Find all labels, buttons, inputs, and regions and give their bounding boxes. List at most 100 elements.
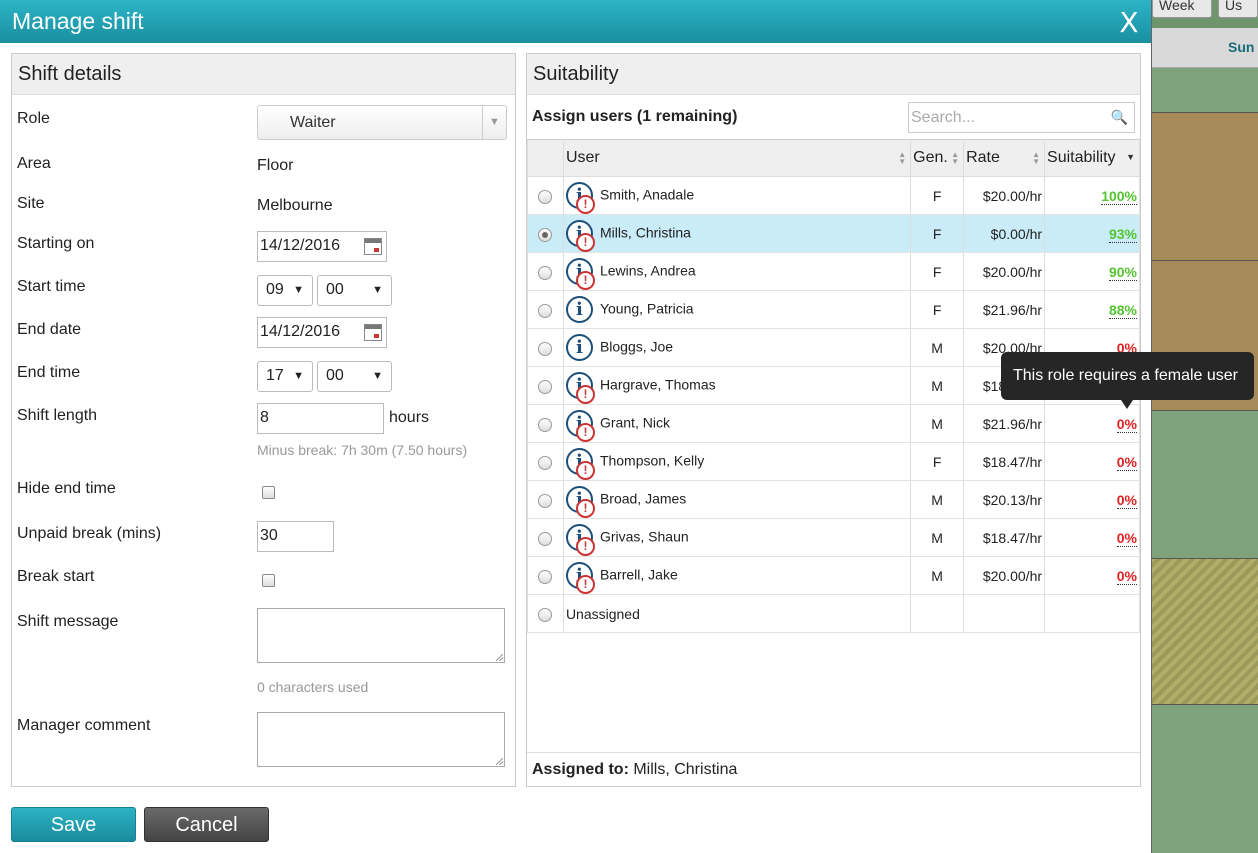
user-status-icon[interactable]: i!: [565, 409, 595, 442]
user-status-icon[interactable]: i!: [565, 523, 595, 556]
suitability-column-header[interactable]: Suitability ▼: [1044, 139, 1140, 177]
user-view-button[interactable]: Us: [1218, 0, 1258, 18]
rate-cell: [963, 594, 1046, 633]
search-input[interactable]: Search... 🔍: [908, 102, 1135, 133]
user-status-icon[interactable]: i!: [565, 181, 595, 214]
manager-comment-textarea[interactable]: [257, 712, 505, 767]
table-row[interactable]: i! Grivas, Shaun M $18.47/hr 0%: [527, 518, 1140, 557]
end-minute-select[interactable]: 00 ▼: [317, 361, 392, 392]
user-status-icon[interactable]: i!: [565, 219, 595, 252]
user-radio[interactable]: [538, 303, 553, 318]
suitability-value[interactable]: 0%: [1116, 491, 1137, 509]
role-select[interactable]: Waiter ▼: [257, 105, 507, 140]
shift-details-header: Shift details: [12, 54, 515, 95]
suitability-value[interactable]: 0%: [1116, 529, 1137, 547]
suitability-value[interactable]: 90%: [1108, 263, 1137, 281]
calendar-cell[interactable]: [1150, 704, 1258, 853]
gender-cell: M: [910, 480, 965, 519]
user-column-header[interactable]: User ▲ ▼: [562, 139, 912, 177]
table-row[interactable]: i! Mills, Christina F $0.00/hr 93%: [527, 214, 1140, 253]
user-status-icon[interactable]: i!: [565, 561, 595, 594]
end-hour-select[interactable]: 17 ▼: [257, 361, 313, 392]
table-row-unassigned[interactable]: Unassigned: [527, 594, 1140, 633]
table-row[interactable]: i! Grant, Nick M $21.96/hr 0%: [527, 404, 1140, 443]
user-radio[interactable]: [538, 493, 553, 508]
user-status-icon[interactable]: i: [565, 295, 594, 324]
shift-length-input[interactable]: 8: [257, 403, 384, 434]
start-hour-value: 09: [266, 281, 284, 298]
warning-icon: !: [575, 384, 595, 404]
user-radio[interactable]: [538, 189, 553, 204]
calendar-icon[interactable]: [364, 238, 382, 255]
break-start-checkbox[interactable]: [262, 574, 275, 587]
end-date-input[interactable]: 14/12/2016: [257, 317, 387, 348]
unpaid-break-input[interactable]: 30: [257, 521, 334, 552]
user-status-icon[interactable]: i!: [565, 257, 595, 290]
gender-cell: M: [910, 556, 965, 595]
shift-message-textarea[interactable]: [257, 608, 505, 663]
assigned-to-value: Mills, Christina: [633, 761, 738, 778]
user-name: Thompson, Kelly: [599, 452, 705, 469]
suitability-value[interactable]: 0%: [1116, 453, 1137, 471]
sort-desc-icon: ▼: [1126, 152, 1135, 162]
row-select-cell: [527, 176, 564, 215]
starting-on-input[interactable]: 14/12/2016: [257, 231, 387, 262]
start-hour-select[interactable]: 09 ▼: [257, 275, 313, 306]
calendar-icon[interactable]: [364, 324, 382, 341]
chevron-down-icon: ▼: [482, 106, 506, 139]
table-row[interactable]: i! Barrell, Jake M $20.00/hr 0%: [527, 556, 1140, 595]
unpaid-break-label: Unpaid break (mins): [17, 525, 162, 542]
hide-end-time-checkbox[interactable]: [262, 486, 275, 499]
user-status-icon[interactable]: i!: [565, 371, 595, 404]
minus-break-text: Minus break: 7h 30m (7.50 hours): [257, 442, 468, 458]
table-row[interactable]: i Young, Patricia F $21.96/hr 88%: [527, 290, 1140, 329]
user-cell: i! Barrell, Jake: [562, 556, 912, 595]
cancel-button[interactable]: Cancel: [144, 807, 269, 842]
calendar-cell[interactable]: [1150, 68, 1258, 112]
user-radio[interactable]: [538, 569, 553, 584]
assigned-to-bar: Assigned to: Mills, Christina: [527, 752, 1140, 786]
calendar-cell[interactable]: [1150, 410, 1258, 558]
user-name: Hargrave, Thomas: [599, 376, 716, 393]
gender-column-header[interactable]: Gen. ▲ ▼: [910, 139, 965, 177]
user-radio[interactable]: [538, 417, 553, 432]
user-name: Young, Patricia: [599, 300, 694, 317]
user-status-icon[interactable]: i!: [565, 485, 595, 518]
search-icon[interactable]: 🔍: [1111, 109, 1128, 126]
user-radio[interactable]: [538, 341, 553, 356]
suitability-value[interactable]: 93%: [1108, 225, 1137, 243]
table-row[interactable]: i! Broad, James M $20.13/hr 0%: [527, 480, 1140, 519]
user-radio[interactable]: [538, 531, 553, 546]
shift-length-label: Shift length: [17, 407, 98, 424]
save-button[interactable]: Save: [11, 807, 136, 842]
unassigned-radio[interactable]: [538, 607, 553, 622]
user-cell: i Young, Patricia: [562, 290, 912, 329]
user-status-icon[interactable]: i!: [565, 447, 595, 480]
user-cell: i! Smith, Anadale: [562, 176, 912, 215]
chars-used-text: 0 characters used: [257, 679, 369, 695]
user-radio[interactable]: [538, 265, 553, 280]
user-radio[interactable]: [538, 455, 553, 470]
suitability-value[interactable]: 88%: [1108, 301, 1137, 319]
calendar-shift[interactable]: [1150, 112, 1258, 260]
user-status-icon[interactable]: i: [565, 333, 594, 362]
suitability-value[interactable]: 0%: [1116, 415, 1137, 433]
caret-down-icon: ▼: [372, 284, 383, 296]
table-row[interactable]: i! Thompson, Kelly F $18.47/hr 0%: [527, 442, 1140, 481]
start-minute-select[interactable]: 00 ▼: [317, 275, 392, 306]
table-row[interactable]: i! Smith, Anadale F $20.00/hr 100%: [527, 176, 1140, 215]
close-icon[interactable]: X: [1117, 6, 1141, 39]
week-view-button[interactable]: Week: [1152, 0, 1212, 18]
user-radio[interactable]: [538, 379, 553, 394]
user-radio[interactable]: [538, 227, 553, 242]
search-placeholder: Search...: [911, 109, 976, 126]
dialog-titlebar: Manage shift X: [0, 0, 1151, 43]
user-cell: i! Thompson, Kelly: [562, 442, 912, 481]
rate-column-header[interactable]: Rate ▲ ▼: [963, 139, 1046, 177]
table-row[interactable]: i! Lewins, Andrea F $20.00/hr 90%: [527, 252, 1140, 291]
calendar-shift-hatched[interactable]: [1150, 558, 1258, 704]
suitability-value[interactable]: 0%: [1116, 567, 1137, 585]
area-value: Floor: [257, 157, 294, 174]
suitability-value[interactable]: 100%: [1101, 187, 1137, 205]
manage-shift-dialog: Manage shift X Shift details Role Waiter…: [0, 0, 1152, 853]
